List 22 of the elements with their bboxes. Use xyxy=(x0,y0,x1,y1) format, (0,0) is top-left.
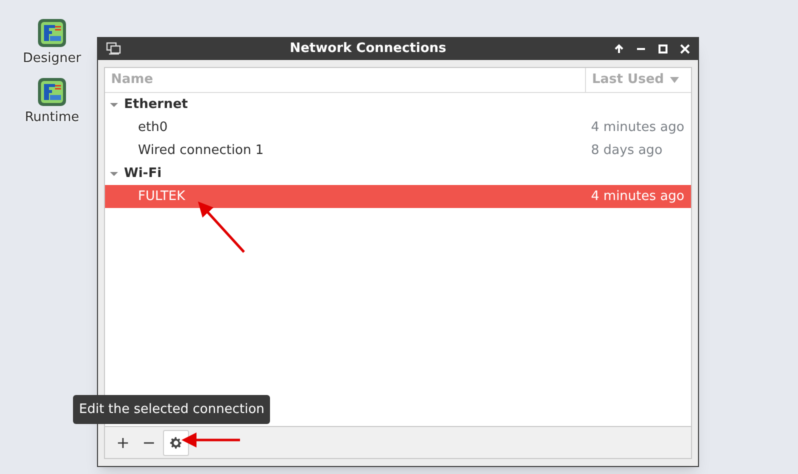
annotation-arrow xyxy=(182,432,240,448)
window-title: Network Connections xyxy=(288,40,448,58)
remove-button[interactable]: − xyxy=(137,430,161,454)
expander-icon[interactable] xyxy=(110,100,118,108)
settings-button[interactable] xyxy=(163,430,189,456)
gear-icon xyxy=(169,436,183,450)
app-icon[interactable] xyxy=(37,76,67,106)
connection-row[interactable]: Wired connection 1 8 days ago xyxy=(105,139,691,162)
group-label: Ethernet xyxy=(124,96,188,114)
desktop-icon-label: Runtime xyxy=(24,108,80,126)
expander-icon[interactable] xyxy=(110,170,118,178)
annotation-arrow xyxy=(198,201,245,253)
desktop-icon-label: Designer xyxy=(22,50,82,68)
connection-row[interactable]: eth0 4 minutes ago xyxy=(105,116,691,139)
maximize-icon[interactable] xyxy=(658,44,668,54)
tooltip: Edit the selected connection xyxy=(73,395,270,424)
group-label: Wi-Fi xyxy=(124,164,162,183)
up-arrow-icon[interactable] xyxy=(614,44,624,54)
network-icon xyxy=(106,42,122,56)
add-button[interactable]: + xyxy=(111,430,135,454)
close-icon[interactable] xyxy=(680,44,690,54)
app-icon[interactable] xyxy=(36,18,67,48)
